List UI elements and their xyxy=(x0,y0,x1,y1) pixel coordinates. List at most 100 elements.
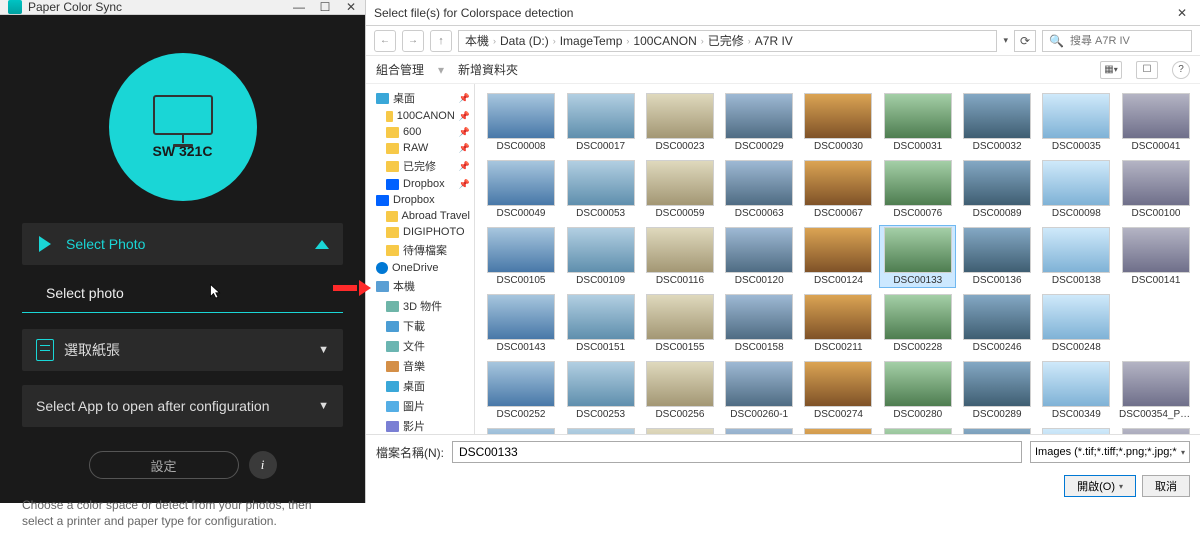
file-item[interactable]: DSC00155 xyxy=(642,293,717,354)
close-button[interactable]: ✕ xyxy=(345,0,357,14)
folder-tree[interactable]: 桌面📌100CANON📌600📌RAW📌已完修📌Dropbox📌DropboxA… xyxy=(366,84,475,434)
file-item[interactable]: DSC00407 xyxy=(880,427,955,434)
filename-input[interactable] xyxy=(452,441,1022,463)
file-item[interactable]: DSC00141 xyxy=(1118,226,1194,287)
view-mode-button[interactable]: ▦ ▾ xyxy=(1100,61,1122,79)
nav-forward-button[interactable]: → xyxy=(402,30,424,52)
tree-item[interactable]: 已完修📌 xyxy=(366,156,474,176)
breadcrumb[interactable]: 本機 › Data (D:) › ImageTemp › 100CANON › … xyxy=(458,30,997,52)
file-item[interactable]: DSC00252 xyxy=(483,360,559,421)
tree-item[interactable]: 桌面 xyxy=(366,376,474,396)
file-item[interactable]: DSC00023 xyxy=(642,92,717,153)
tree-item[interactable]: 3D 物件 xyxy=(366,296,474,316)
refresh-button[interactable]: ⟳ xyxy=(1014,30,1036,52)
file-item[interactable]: DSC00256 xyxy=(642,360,717,421)
file-grid[interactable]: DSC00008DSC00017DSC00023DSC00029DSC00030… xyxy=(475,84,1200,434)
file-item[interactable]: DSC00393 xyxy=(563,427,638,434)
file-item[interactable]: DSC00211 xyxy=(801,293,876,354)
file-item[interactable]: DSC00354_PSMS xyxy=(1118,360,1194,421)
tree-item[interactable]: Dropbox xyxy=(366,192,474,208)
file-item[interactable]: DSC00098 xyxy=(1039,159,1114,220)
cancel-button[interactable]: 取消 xyxy=(1142,475,1190,497)
tree-item[interactable]: 下載 xyxy=(366,316,474,336)
file-item[interactable]: DSC00403 xyxy=(801,427,876,434)
info-button[interactable]: i xyxy=(249,451,277,479)
file-item[interactable]: DSC00089 xyxy=(959,159,1034,220)
configure-button[interactable]: 設定 xyxy=(89,451,239,479)
tree-item[interactable]: 音樂 xyxy=(366,356,474,376)
tree-item[interactable]: 待傳檔案 xyxy=(366,240,474,260)
select-paper-section[interactable]: 選取紙張 ▼ xyxy=(22,329,343,371)
file-item[interactable]: DSC00415 xyxy=(1118,427,1194,434)
file-item[interactable]: DSC00105 xyxy=(483,226,559,287)
breadcrumb-item[interactable]: 100CANON xyxy=(633,34,696,48)
select-app-section[interactable]: Select App to open after configuration ▼ xyxy=(22,385,343,427)
tree-item[interactable]: 文件 xyxy=(366,336,474,356)
file-item[interactable]: DSC00124 xyxy=(801,226,876,287)
file-item[interactable]: DSC00063 xyxy=(722,159,797,220)
breadcrumb-item[interactable]: 本機 xyxy=(465,32,489,49)
search-box[interactable]: 🔍 xyxy=(1042,30,1192,52)
file-item[interactable]: DSC00030 xyxy=(801,92,876,153)
file-item[interactable]: DSC00049 xyxy=(483,159,559,220)
tree-item[interactable]: 600📌 xyxy=(366,124,474,140)
file-item[interactable]: DSC00413 xyxy=(1039,427,1114,434)
file-item[interactable]: DSC00116 xyxy=(642,226,717,287)
file-item[interactable]: DSC00120 xyxy=(722,226,797,287)
tree-item[interactable]: Dropbox📌 xyxy=(366,176,474,192)
tree-item[interactable]: 100CANON📌 xyxy=(366,108,474,124)
file-item[interactable]: DSC00133 xyxy=(880,226,955,287)
filetype-select[interactable]: Images (*.tif;*.tiff;*.png;*.jpg;* ▾ xyxy=(1030,441,1190,463)
select-photo-section[interactable]: Select Photo xyxy=(22,223,343,265)
file-item[interactable]: DSC00032 xyxy=(959,92,1034,153)
new-folder-button[interactable]: 新增資料夾 xyxy=(458,61,518,78)
file-item[interactable]: DSC00067 xyxy=(801,159,876,220)
minimize-button[interactable]: — xyxy=(293,0,305,14)
file-item[interactable]: DSC00274 xyxy=(801,360,876,421)
organize-menu[interactable]: 組合管理 xyxy=(376,61,424,78)
file-item[interactable]: DSC00280 xyxy=(880,360,955,421)
file-item[interactable]: DSC00349 xyxy=(1039,360,1114,421)
file-item[interactable]: DSC00041 xyxy=(1118,92,1194,153)
file-item[interactable]: DSC00398 xyxy=(722,427,797,434)
file-item[interactable]: DSC00158 xyxy=(722,293,797,354)
file-item[interactable]: DSC00100 xyxy=(1118,159,1194,220)
search-input[interactable] xyxy=(1070,35,1185,47)
file-item[interactable]: DSC00008 xyxy=(483,92,559,153)
file-item[interactable]: DSC00394 xyxy=(642,427,717,434)
tree-item[interactable]: 本機 xyxy=(366,276,474,296)
preview-pane-button[interactable]: ☐ xyxy=(1136,61,1158,79)
help-button[interactable]: ? xyxy=(1172,61,1190,79)
file-item[interactable]: DSC00411 xyxy=(959,427,1034,434)
file-item[interactable]: DSC00289 xyxy=(959,360,1034,421)
tree-item[interactable]: OneDrive xyxy=(366,260,474,276)
select-photo-button[interactable]: Select photo xyxy=(22,273,343,313)
tree-item[interactable]: 桌面📌 xyxy=(366,88,474,108)
dialog-close-button[interactable]: ✕ xyxy=(1172,6,1192,20)
file-item[interactable]: DSC00246 xyxy=(959,293,1034,354)
nav-up-button[interactable]: ↑ xyxy=(430,30,452,52)
file-item[interactable]: DSC00059 xyxy=(642,159,717,220)
file-item[interactable]: DSC00031 xyxy=(880,92,955,153)
breadcrumb-item[interactable]: Data (D:) xyxy=(500,34,549,48)
file-item[interactable]: DSC00017 xyxy=(563,92,638,153)
file-item[interactable]: DSC00143 xyxy=(483,293,559,354)
file-item[interactable]: DSC00076 xyxy=(880,159,955,220)
breadcrumb-dropdown[interactable]: ▾ xyxy=(1003,35,1008,46)
file-item[interactable]: DSC00029 xyxy=(722,92,797,153)
file-item[interactable]: DSC00035 xyxy=(1039,92,1114,153)
file-item[interactable]: DSC00109 xyxy=(563,226,638,287)
file-item[interactable]: DSC00374_PSM xyxy=(483,427,559,434)
file-item[interactable]: DSC00151 xyxy=(563,293,638,354)
nav-back-button[interactable]: ← xyxy=(374,30,396,52)
file-item[interactable]: DSC00138 xyxy=(1039,226,1114,287)
breadcrumb-item[interactable]: 已完修 xyxy=(708,32,744,49)
breadcrumb-item[interactable]: ImageTemp xyxy=(560,34,623,48)
maximize-button[interactable]: ☐ xyxy=(319,0,331,14)
file-item[interactable]: DSC00260-1 xyxy=(722,360,797,421)
tree-item[interactable]: 影片 xyxy=(366,416,474,434)
tree-item[interactable]: Abroad Travel xyxy=(366,208,474,224)
tree-item[interactable]: DIGIPHOTO xyxy=(366,224,474,240)
file-item[interactable]: DSC00228 xyxy=(880,293,955,354)
tree-item[interactable]: RAW📌 xyxy=(366,140,474,156)
